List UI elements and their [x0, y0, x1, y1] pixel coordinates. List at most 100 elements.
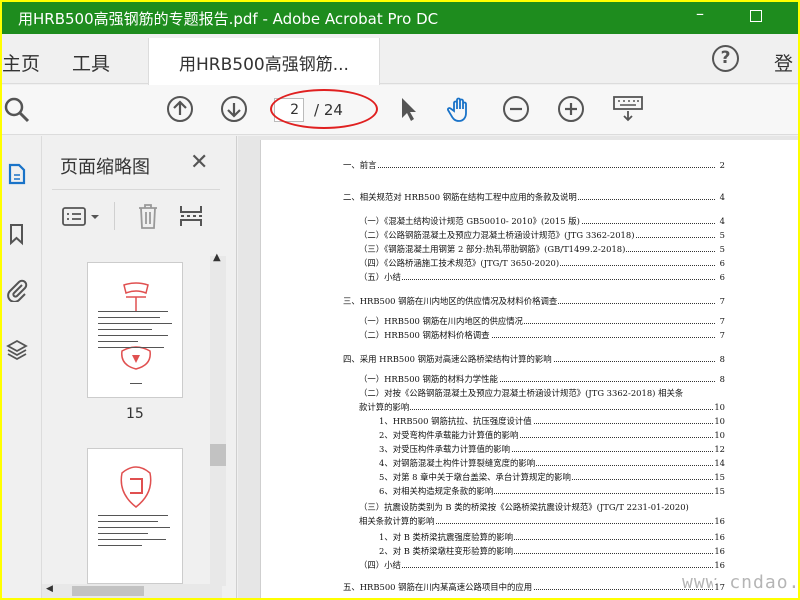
- toc-entry[interactable]: 2、对 B 类桥梁墩柱变形验算的影响 16: [379, 544, 725, 558]
- toc-entry-title: 4、对钢筋混凝土构件计算裂缝宽度的影响: [379, 458, 537, 468]
- toc-entry-page: 7: [718, 328, 725, 342]
- horizontal-scroll-thumb[interactable]: [72, 586, 144, 596]
- help-icon[interactable]: ?: [712, 45, 739, 72]
- toc-entry-title: 二、相关规范对 HRB500 钢筋在结构工程中应用的条款及说明: [343, 192, 578, 202]
- acrobat-window: 用HRB500高强钢筋的专题报告.pdf - Adobe Acrobat Pro…: [2, 2, 798, 598]
- toc-entry[interactable]: 五、HRB500 钢筋在川内某高速公路项目中的应用 17: [343, 580, 725, 594]
- page-thumbnail[interactable]: [87, 448, 183, 584]
- close-icon[interactable]: ✕: [190, 150, 208, 175]
- toc-entry-page: 15: [713, 470, 725, 484]
- toc-entry-title: （四）小结: [359, 560, 402, 570]
- toc-entry-page: 6: [718, 270, 725, 284]
- toc-entry-title: 一、前言: [343, 160, 378, 170]
- toc-entry-page: 2: [718, 158, 725, 172]
- toc-entry-page: 16: [713, 530, 725, 544]
- toc-entry[interactable]: 二、相关规范对 HRB500 钢筋在结构工程中应用的条款及说明 4: [343, 190, 725, 204]
- toc-entry-page: 7: [718, 294, 725, 308]
- toc-entry[interactable]: 1、HRB500 钢筋抗拉、抗压强度设计值 10: [379, 414, 725, 428]
- toc-entry-title: （三）抗震设防类别为 B 类的桥梁按《公路桥梁抗震设计规范》(JTG/T 223…: [359, 502, 690, 512]
- site-watermark: www.cndao.com: [682, 572, 798, 593]
- toc-entry-page: 8: [718, 372, 725, 386]
- toc-entry-page: 15: [713, 484, 725, 498]
- options-menu-icon[interactable]: [62, 206, 102, 228]
- toc-entry[interactable]: 四、采用 HRB500 钢筋对高速公路桥梁结构计算的影响 8: [343, 352, 725, 366]
- toc-entry-page: 10: [713, 414, 725, 428]
- toc-entry-title: 三、HRB500 钢筋在川内地区的供应情况及材料价格调查: [343, 296, 559, 306]
- toc-entry[interactable]: （五）小结 6: [359, 270, 725, 284]
- hand-tool-icon[interactable]: [446, 95, 474, 123]
- maximize-button[interactable]: [744, 6, 768, 28]
- page-thumbnails-icon[interactable]: [5, 162, 29, 186]
- tab-home[interactable]: 主页: [2, 49, 40, 76]
- bookmark-icon[interactable]: [5, 222, 29, 246]
- left-icon-rail: [2, 136, 42, 598]
- toc-entry[interactable]: 三、HRB500 钢筋在川内地区的供应情况及材料价格调查 7: [343, 294, 725, 308]
- toc-entry-title: （五）小结: [359, 272, 402, 282]
- attachment-icon[interactable]: [5, 278, 29, 302]
- keyboard-icon[interactable]: [612, 95, 644, 123]
- toc-entry-page: 4: [718, 214, 725, 228]
- toc-entry-title: （二）《公路钢筋混凝土及预应力混凝土桥涵设计规范》(JTG 3362-2018): [359, 230, 636, 240]
- toc-entry-page: 5: [718, 242, 725, 256]
- toc-entry[interactable]: （二）《公路钢筋混凝土及预应力混凝土桥涵设计规范》(JTG 3362-2018)…: [359, 228, 725, 242]
- thumbnails-list: 15: [42, 244, 220, 584]
- zoom-out-icon[interactable]: [502, 95, 530, 123]
- toc-entry-title: 款计算的影响: [359, 402, 411, 412]
- toc-entry[interactable]: 款计算的影响 10: [359, 400, 725, 414]
- thumbnail-label: 15: [126, 406, 144, 422]
- tab-tools[interactable]: 工具: [72, 49, 110, 76]
- toc-entry[interactable]: （四）小结 16: [359, 558, 725, 572]
- toc-entry[interactable]: （一）HRB500 钢筋的材料力学性能 8: [359, 372, 725, 386]
- toc-entry-title: 相关条款计算的影响: [359, 516, 436, 526]
- toc-entry-title: （二）HRB500 钢筋材料价格调查: [359, 330, 491, 340]
- toc-entry[interactable]: （一）HRB500 钢筋在川内地区的供应情况 7: [359, 314, 725, 328]
- thumbnail-scrollbar[interactable]: ▲: [210, 252, 226, 586]
- toc-entry[interactable]: 一、前言 2: [343, 158, 725, 172]
- toc-entry-page: 16: [713, 514, 725, 528]
- toolbar: 2 / 24: [2, 85, 798, 135]
- toc-entry[interactable]: 3、对受压构件承载力计算值的影响 12: [379, 442, 725, 456]
- search-icon[interactable]: [2, 95, 30, 123]
- page-thumbnail-15[interactable]: [87, 262, 183, 398]
- toc-entry[interactable]: （一）《混凝土结构设计规范 GB50010- 2010》(2015 版) 4: [359, 214, 725, 228]
- toc-entry[interactable]: （三）抗震设防类别为 B 类的桥梁按《公路桥梁抗震设计规范》(JTG/T 223…: [359, 500, 725, 514]
- toc-entry-title: 1、HRB500 钢筋抗拉、抗压强度设计值: [379, 416, 533, 426]
- sign-in-button[interactable]: 登: [774, 49, 793, 76]
- toc-entry[interactable]: 相关条款计算的影响 16: [359, 514, 725, 528]
- toc-entry[interactable]: 4、对钢筋混凝土构件计算裂缝宽度的影响 14: [379, 456, 725, 470]
- window-title: 用HRB500高强钢筋的专题报告.pdf - Adobe Acrobat Pro…: [18, 10, 439, 28]
- toc-entry[interactable]: （四）《公路桥涵施工技术规范》(JTG/T 3650-2020) 6: [359, 256, 725, 270]
- minimize-button[interactable]: –: [688, 4, 712, 26]
- toc-entry-title: （四）《公路桥涵施工技术规范》(JTG/T 3650-2020): [359, 258, 561, 268]
- scroll-thumb[interactable]: [210, 444, 226, 466]
- previous-page-icon[interactable]: [166, 95, 194, 123]
- toc-entry[interactable]: 5、对第 8 章中关于墩台盖梁、承台计算规定的影响 15: [379, 470, 725, 484]
- toc-entry-page: 17: [713, 580, 725, 594]
- toc-entry-title: 2、对受弯构件承载能力计算值的影响: [379, 430, 520, 440]
- pdf-page: 一、前言 2 二、相关规范对 HRB500 钢筋在结构工程中应用的条款及说明 4 （一）…: [260, 140, 798, 598]
- toc-entry-title: （一）HRB500 钢筋的材料力学性能: [359, 374, 499, 384]
- delete-icon[interactable]: [136, 202, 160, 230]
- zoom-in-icon[interactable]: [557, 95, 585, 123]
- toc-entry-title: 1、对 B 类桥梁抗震强度验算的影响: [379, 532, 515, 542]
- toc-entry[interactable]: 6、对相关构造规定条款的影响 15: [379, 484, 725, 498]
- horizontal-scrollbar[interactable]: ◀: [42, 584, 222, 598]
- toc-entry[interactable]: 1、对 B 类桥梁抗震强度验算的影响 16: [379, 530, 725, 544]
- select-cursor-icon[interactable]: [394, 95, 422, 123]
- toc-entry-title: （三）《钢筋混凝土用钢第 2 部分:热轧带肋钢筋》(GB/T1499.2-201…: [359, 244, 627, 254]
- extract-pages-icon[interactable]: [178, 202, 204, 230]
- tab-document-label: 用HRB500高强钢筋...: [179, 55, 349, 75]
- toc-entry-page: 4: [718, 190, 725, 204]
- toc-entry[interactable]: （二）对按《公路钢筋混凝土及预应力混凝土桥涵设计规范》(JTG 3362-201…: [359, 386, 725, 400]
- toc-entry[interactable]: （二）HRB500 钢筋材料价格调查 7: [359, 328, 725, 342]
- toc-entry-page: 14: [713, 456, 725, 470]
- toc-entry-title: 2、对 B 类桥梁墩柱变形验算的影响: [379, 546, 515, 556]
- toc-entry-title: （一）HRB500 钢筋在川内地区的供应情况: [359, 316, 525, 326]
- toc-entry[interactable]: 2、对受弯构件承载能力计算值的影响 10: [379, 428, 725, 442]
- tab-document[interactable]: 用HRB500高强钢筋...: [148, 38, 380, 85]
- next-page-icon[interactable]: [220, 95, 248, 123]
- highlight-annotation: [270, 89, 378, 129]
- tab-bar: 主页 工具 用HRB500高强钢筋... ? 登: [2, 34, 798, 85]
- toc-entry[interactable]: （三）《钢筋混凝土用钢第 2 部分:热轧带肋钢筋》(GB/T1499.2-201…: [359, 242, 725, 256]
- layers-icon[interactable]: [5, 338, 29, 362]
